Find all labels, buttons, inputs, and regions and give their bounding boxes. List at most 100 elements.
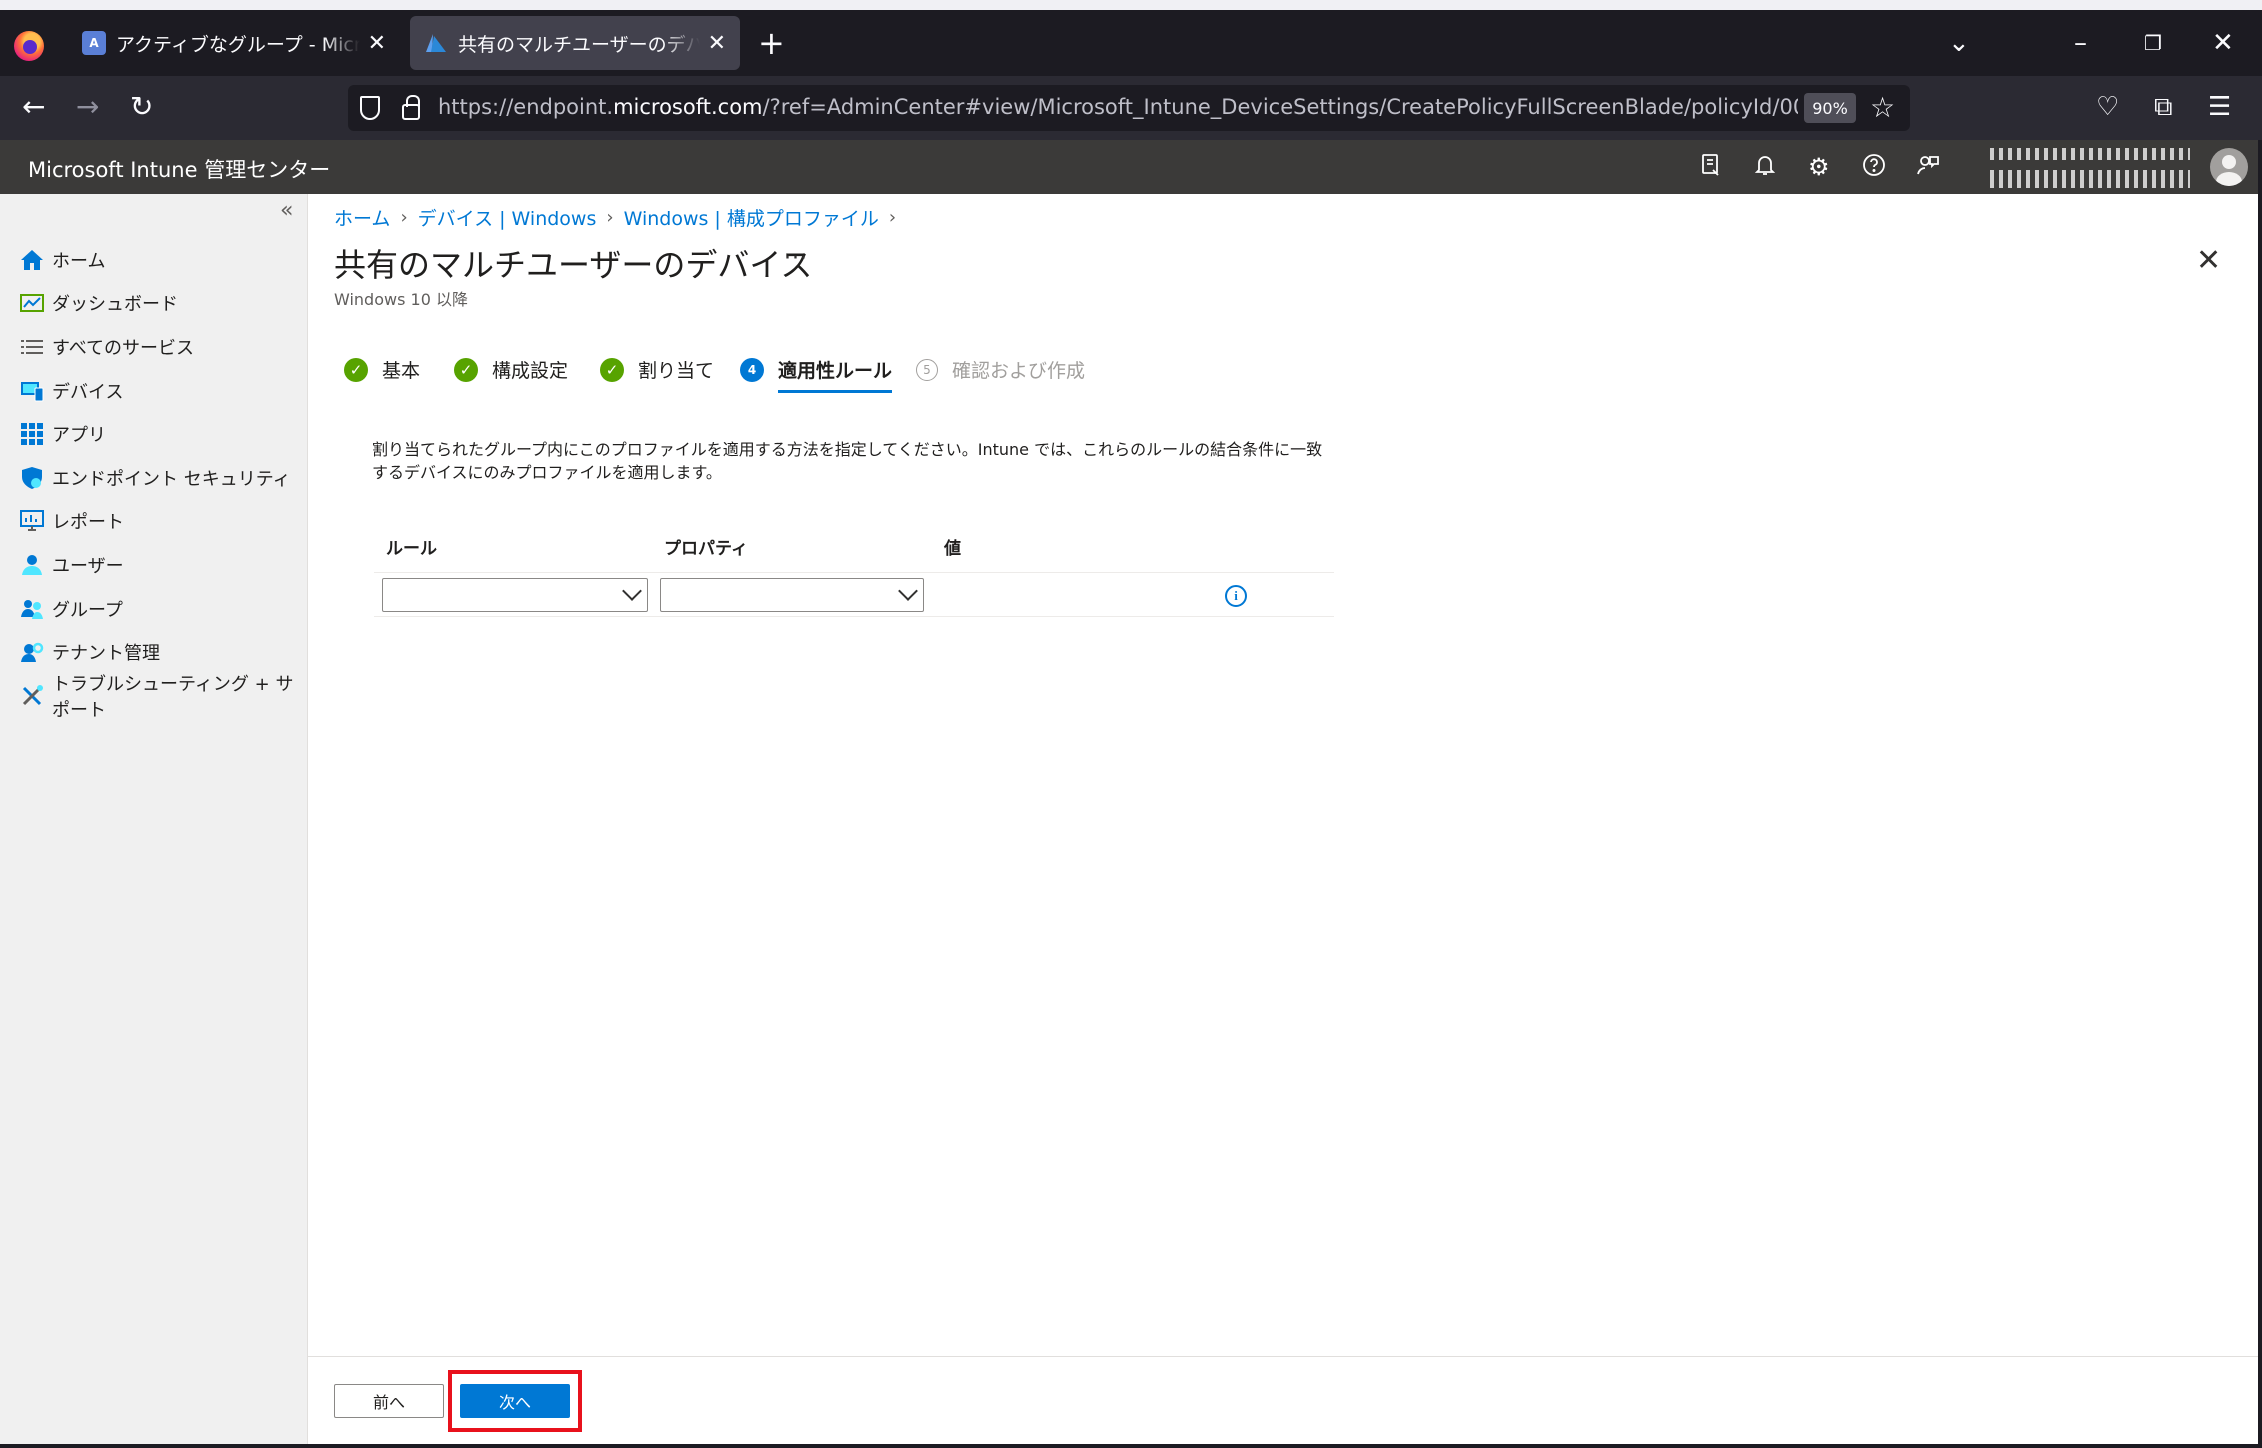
notifications-bell-icon[interactable] [1754, 153, 1776, 183]
reload-icon[interactable]: ↻ [130, 92, 153, 122]
step-done-check-icon: ✓ [600, 357, 624, 382]
main-blade: ホーム › デバイス | Windows › Windows | 構成プロファイ… [308, 194, 2262, 1444]
sidebar-item-troubleshooting[interactable]: トラブルシューティング + サポート [0, 674, 308, 721]
rule-dropdown[interactable] [382, 578, 648, 612]
breadcrumb-home[interactable]: ホーム [334, 204, 390, 231]
firefox-logo-icon[interactable] [14, 31, 44, 61]
sidebar-item-label: ユーザー [52, 555, 124, 577]
sidebar-item-label: グループ [52, 599, 123, 621]
sidebar-item-label: レポート [52, 512, 124, 534]
step-basics[interactable]: ✓ 基本 [344, 356, 420, 383]
sidebar-item-dashboard[interactable]: ダッシュボード [0, 282, 308, 326]
help-icon[interactable] [1862, 153, 1886, 183]
column-header-value: 値 [944, 539, 961, 559]
new-tab-icon[interactable]: + [758, 27, 785, 59]
breadcrumb: ホーム › デバイス | Windows › Windows | 構成プロファイ… [334, 204, 906, 231]
step-label: 確認および作成 [952, 360, 1086, 382]
avatar[interactable] [2210, 148, 2248, 186]
sidebar-item-users[interactable]: ユーザー [0, 543, 308, 587]
tracking-shield-icon[interactable] [360, 96, 380, 120]
lock-icon[interactable] [402, 95, 420, 120]
bookmark-star-icon[interactable]: ☆ [1870, 91, 1895, 124]
tab-list-chevron-icon[interactable]: ⌄ [1948, 28, 1970, 58]
dashboard-icon [20, 291, 44, 315]
next-button-highlight-box [448, 1370, 582, 1432]
property-dropdown[interactable] [660, 578, 924, 612]
app-title[interactable]: Microsoft Intune 管理センター [28, 154, 330, 184]
sidebar-item-apps[interactable]: アプリ [0, 412, 308, 456]
sidebar-item-label: デバイス [52, 381, 124, 403]
sidebar-item-devices[interactable]: デバイス [0, 369, 308, 413]
restore-icon[interactable]: ❐ [2144, 28, 2162, 58]
tab-title: 共有のマルチユーザーのデバイス - Microsoft [458, 33, 700, 56]
breadcrumb-devices-windows[interactable]: デバイス | Windows [418, 204, 597, 231]
step-done-check-icon: ✓ [454, 357, 478, 382]
step-number-badge: 5 [916, 358, 938, 381]
page-subtitle: Windows 10 以降 [334, 290, 468, 309]
sidebar-item-label: テナント管理 [52, 643, 160, 665]
step-label: 基本 [382, 360, 421, 382]
footer-divider [308, 1356, 2262, 1357]
browser-tab-shared-device[interactable]: 共有のマルチユーザーのデバイス - Microsoft ✕ [410, 16, 740, 70]
menu-hamburger-icon[interactable]: ☰ [2208, 92, 2231, 122]
report-icon [20, 509, 44, 533]
tab-close-icon[interactable]: ✕ [368, 31, 386, 56]
url-text[interactable]: https://endpoint.microsoft.com/?ref=Admi… [438, 95, 1798, 119]
group-icon [20, 597, 44, 621]
tenant-icon [20, 640, 44, 664]
step-review-create[interactable]: 5 確認および作成 [916, 356, 1085, 383]
step-label: 割り当て [638, 360, 715, 382]
page-title: 共有のマルチユーザーのデバイス [334, 246, 813, 284]
feedback-icon[interactable] [1916, 153, 1940, 183]
breadcrumb-separator-icon: › [400, 207, 408, 228]
sidebar-item-label: ダッシュボード [52, 294, 178, 316]
step-assignments[interactable]: ✓ 割り当て [600, 356, 714, 383]
tab-close-icon[interactable]: ✕ [708, 31, 726, 56]
step-configuration-settings[interactable]: ✓ 構成設定 [454, 356, 568, 383]
sidebar-item-all-services[interactable]: すべてのサービス [0, 325, 308, 369]
sidebar-item-label: トラブルシューティング + サポート [52, 673, 294, 721]
pocket-icon[interactable]: ♡ [2096, 92, 2119, 122]
step-label: 構成設定 [492, 360, 569, 382]
breadcrumb-config-profiles[interactable]: Windows | 構成プロファイル [624, 204, 879, 231]
signed-in-user-info[interactable] [1990, 148, 2190, 188]
app-header: Microsoft Intune 管理センター ⚙ [0, 140, 2262, 194]
sidebar-item-groups[interactable]: グループ [0, 587, 308, 631]
applicability-description: 割り当てられたグループ内にこのプロファイルを適用する方法を指定してください。In… [372, 440, 1323, 482]
address-bar[interactable]: https://endpoint.microsoft.com/?ref=Admi… [348, 85, 1910, 131]
feedback-portal-icon[interactable] [1700, 153, 1722, 183]
row-divider [374, 616, 1334, 617]
list-icon [20, 335, 44, 359]
sidebar-item-home[interactable]: ホーム [0, 238, 308, 282]
step-applicability-rules[interactable]: 4 適用性ルール [740, 356, 893, 393]
m365-favicon-icon: A [82, 31, 106, 55]
azure-favicon-icon [424, 31, 448, 55]
more-options-button[interactable]: ··· [784, 246, 808, 271]
browser-tab-bar: A アクティブなグループ - Microsoft 365 ✕ 共有のマルチユーザ… [0, 10, 2262, 76]
window-close-icon[interactable]: ✕ [2212, 28, 2234, 58]
home-icon [20, 248, 44, 272]
extensions-icon[interactable]: ⧉ [2154, 92, 2173, 122]
close-blade-icon[interactable]: ✕ [2196, 246, 2221, 276]
browser-tab-groups[interactable]: A アクティブなグループ - Microsoft 365 ✕ [68, 16, 400, 70]
window-border [0, 1444, 2262, 1448]
left-nav: « ホーム ダッシュボード すべてのサービス デバイス アプリ エンドポイント … [0, 194, 308, 1444]
row-divider [374, 572, 1334, 573]
sidebar-item-label: ホーム [52, 250, 106, 272]
apps-grid-icon [20, 422, 44, 446]
info-icon[interactable]: i [1225, 585, 1247, 607]
sidebar-item-reports[interactable]: レポート [0, 500, 308, 544]
zoom-level-badge[interactable]: 90% [1804, 93, 1856, 123]
tab-title: アクティブなグループ - Microsoft 365 [116, 33, 360, 56]
settings-gear-icon[interactable]: ⚙ [1808, 153, 1830, 181]
sidebar-item-tenant-admin[interactable]: テナント管理 [0, 630, 308, 674]
nav-menu: ホーム ダッシュボード すべてのサービス デバイス アプリ エンドポイント セキ… [0, 238, 308, 721]
collapse-nav-icon[interactable]: « [280, 198, 293, 223]
tools-icon [20, 684, 44, 708]
sidebar-item-endpoint-security[interactable]: エンドポイント セキュリティ [0, 456, 308, 500]
minimize-icon[interactable]: – [2074, 28, 2087, 58]
forward-icon[interactable]: → [76, 92, 99, 122]
chevron-down-icon [898, 581, 918, 601]
back-icon[interactable]: ← [22, 92, 45, 122]
previous-button[interactable]: 前へ [334, 1384, 444, 1418]
